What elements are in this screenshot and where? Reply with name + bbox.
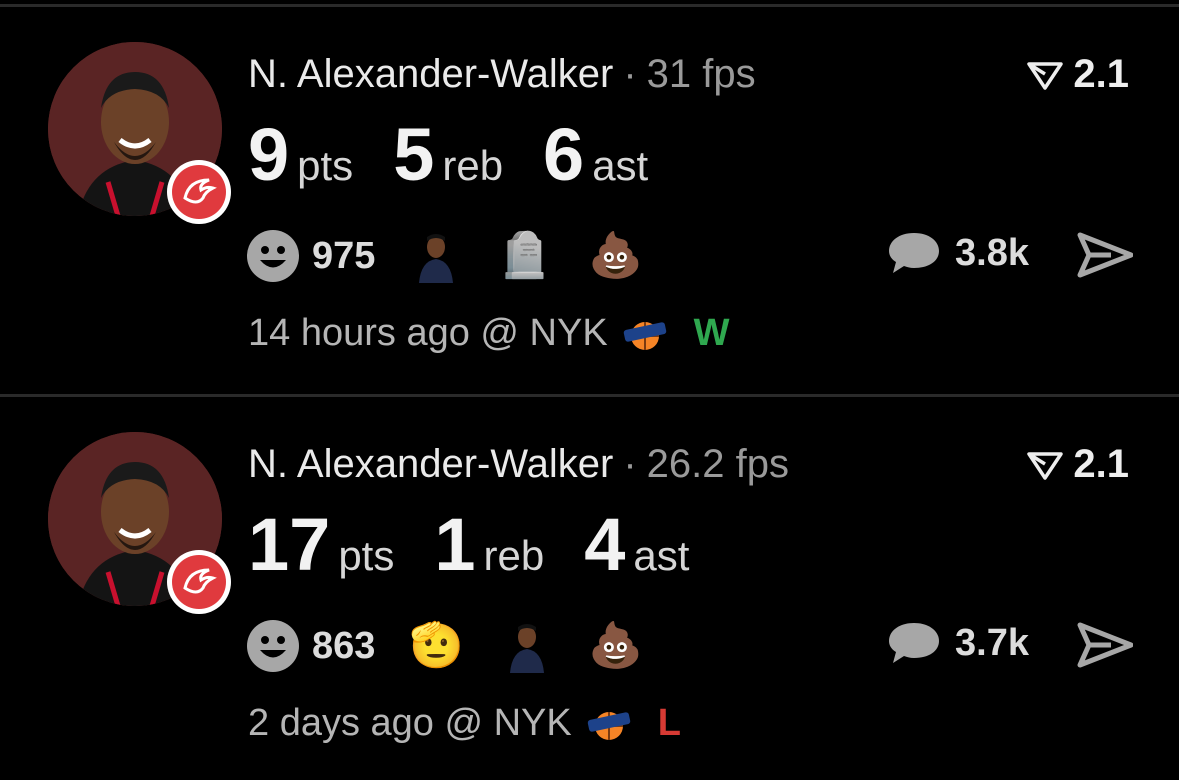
poop-emoji-icon[interactable]: 💩 — [588, 624, 643, 668]
comment-bubble-icon — [889, 623, 940, 663]
game-meta: 14 hours ago @ NYK W — [248, 312, 730, 355]
share-send-icon[interactable] — [1077, 232, 1133, 278]
rebounds-value: 1 — [434, 503, 476, 586]
comment-count: 3.8k — [955, 231, 1029, 274]
comment-count: 3.7k — [955, 621, 1029, 664]
team-logo-hawks-icon — [167, 550, 231, 614]
rebounds-value: 5 — [393, 113, 435, 196]
header-line: N. Alexander-Walker · 26.2 fps — [248, 442, 789, 488]
score-value: 2.1 — [1073, 442, 1129, 486]
reactions-row: 863 🫡 💩 — [246, 618, 679, 674]
assists-label: ast — [633, 532, 690, 579]
points-label: pts — [338, 532, 395, 579]
separator-dot: · — [623, 442, 637, 486]
post-card[interactable]: N. Alexander-Walker · 31 fps 2.1 9 pts 5… — [0, 0, 1179, 390]
poop-emoji-icon[interactable]: 💩 — [588, 234, 643, 278]
player-photo-emoji-icon[interactable] — [500, 619, 554, 673]
player-name[interactable]: N. Alexander-Walker — [248, 442, 613, 487]
fantasy-points: 31 fps — [646, 52, 756, 96]
assists-value: 4 — [584, 503, 626, 586]
score-value: 2.1 — [1073, 52, 1129, 96]
comments-button[interactable]: 3.7k — [887, 620, 1029, 666]
game-result: W — [693, 312, 730, 354]
saluting-face-emoji-icon[interactable]: 🫡 — [409, 624, 464, 668]
reactions-row: 975 🪦 💩 — [246, 228, 679, 284]
separator-dot: · — [623, 52, 637, 96]
header-line: N. Alexander-Walker · 31 fps — [248, 52, 756, 98]
comment-bubble-icon — [889, 233, 940, 273]
headstone-emoji-icon[interactable]: 🪦 — [497, 234, 552, 278]
share-send-icon[interactable] — [1077, 622, 1133, 668]
reaction-count[interactable]: 863 — [312, 625, 375, 668]
knicks-logo-icon — [587, 711, 630, 740]
score-badge: 2.1 — [1027, 442, 1129, 487]
score-badge: 2.1 — [1027, 52, 1129, 97]
fantasy-v-icon — [1027, 61, 1064, 90]
smiley-reaction-icon[interactable] — [246, 229, 300, 283]
knicks-logo-icon — [623, 321, 666, 350]
reaction-count[interactable]: 975 — [312, 235, 375, 278]
assists-value: 6 — [543, 113, 585, 196]
stat-line: 17 pts 1 reb 4 ast — [248, 502, 729, 587]
points-label: pts — [297, 142, 354, 189]
team-logo-hawks-icon — [167, 160, 231, 224]
comments-button[interactable]: 3.8k — [887, 230, 1029, 276]
game-result: L — [657, 702, 681, 744]
rebounds-label: reb — [483, 532, 545, 579]
stat-line: 9 pts 5 reb 6 ast — [248, 112, 688, 197]
smiley-reaction-icon[interactable] — [246, 619, 300, 673]
points-value: 9 — [248, 113, 290, 196]
fantasy-v-icon — [1027, 451, 1064, 480]
game-time-opponent: 2 days ago @ NYK — [248, 702, 572, 744]
player-photo-emoji-icon[interactable] — [409, 229, 463, 283]
fantasy-points: 26.2 fps — [646, 442, 789, 486]
post-card[interactable]: N. Alexander-Walker · 26.2 fps 2.1 17 pt… — [0, 390, 1179, 780]
game-meta: 2 days ago @ NYK L — [248, 702, 681, 745]
rebounds-label: reb — [442, 142, 504, 189]
player-name[interactable]: N. Alexander-Walker — [248, 52, 613, 97]
game-time-opponent: 14 hours ago @ NYK — [248, 312, 608, 354]
assists-label: ast — [592, 142, 649, 189]
points-value: 17 — [248, 503, 331, 586]
